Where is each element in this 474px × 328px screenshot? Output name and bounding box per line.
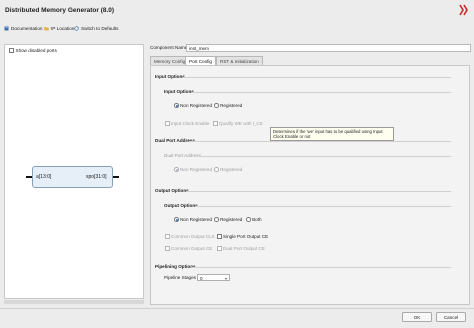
single-port-output-ce-option[interactable]: Single Port Output CE bbox=[217, 234, 268, 239]
input-registered-label: Registered bbox=[220, 103, 243, 108]
pipelining-section-title: Pipelining Options bbox=[155, 264, 196, 269]
divider bbox=[195, 206, 451, 207]
dual-registered-label: Registered bbox=[220, 167, 243, 172]
toolbar: Documentation IP Location Switch to Defa… bbox=[0, 24, 474, 34]
input-registered-radio[interactable] bbox=[214, 103, 219, 108]
documentation-menu[interactable]: Documentation bbox=[4, 26, 43, 31]
output-registered-option[interactable]: Registered bbox=[214, 217, 242, 222]
config-tabs: Memory Config Port Config RST & Initiali… bbox=[150, 56, 470, 66]
input-non-registered-label: Non Registered bbox=[180, 103, 213, 108]
qualify-we-option[interactable]: Qualify WE with I_CE bbox=[213, 121, 263, 126]
ip-location-button[interactable]: IP Location bbox=[44, 26, 74, 31]
dual-non-registered-radio[interactable] bbox=[174, 167, 179, 172]
xilinx-logo bbox=[459, 4, 468, 16]
output-non-registered-label: Non Registered bbox=[180, 217, 213, 222]
divider bbox=[200, 156, 451, 157]
symbol-panel-scrollbar[interactable] bbox=[4, 300, 144, 304]
output-non-registered-radio[interactable] bbox=[174, 217, 179, 222]
show-disabled-ports-checkbox[interactable] bbox=[9, 48, 14, 53]
common-output-ce-option[interactable]: Common Output CE bbox=[165, 246, 212, 251]
output-options-group-title: Output Options bbox=[164, 203, 198, 208]
title-bar: Distributed Memory Generator (8.0) bbox=[0, 0, 474, 22]
book-icon bbox=[4, 26, 9, 31]
qualify-we-tooltip: Determines if the 'we' input has to be q… bbox=[270, 127, 394, 141]
dual-port-group-title: Dual Port Address bbox=[164, 153, 202, 158]
dual-port-output-ce-checkbox[interactable] bbox=[217, 246, 222, 251]
switch-defaults-label: Switch to Defaults bbox=[81, 26, 119, 31]
input-registered-option[interactable]: Registered bbox=[214, 103, 242, 108]
dual-port-output-ce-label: Dual Port Output CE bbox=[223, 246, 265, 251]
refresh-icon bbox=[74, 26, 79, 31]
dual-port-section-title: Dual Port Address bbox=[155, 138, 195, 143]
pin-spo bbox=[113, 176, 119, 179]
common-output-clk-checkbox[interactable] bbox=[165, 234, 170, 239]
port-a-label: a[13:0] bbox=[36, 174, 52, 180]
dual-registered-option[interactable]: Registered bbox=[214, 167, 242, 172]
input-options-group-title: Input Options bbox=[164, 89, 194, 94]
divider bbox=[186, 191, 451, 192]
qualify-we-checkbox[interactable] bbox=[213, 121, 218, 126]
chevron-down-icon: ▾ bbox=[224, 275, 227, 281]
divider bbox=[192, 92, 451, 93]
qualify-we-label: Qualify WE with I_CE bbox=[219, 121, 263, 126]
input-non-registered-radio[interactable] bbox=[174, 103, 179, 108]
dual-port-output-ce-option[interactable]: Dual Port Output CE bbox=[217, 246, 265, 251]
dual-non-registered-option[interactable]: Non Registered bbox=[174, 167, 212, 172]
port-config-panel bbox=[150, 65, 470, 305]
single-port-output-ce-checkbox[interactable] bbox=[217, 234, 222, 239]
divider bbox=[183, 77, 451, 78]
ip-location-label: IP Location bbox=[51, 26, 75, 31]
tab-memory-config[interactable]: Memory Config bbox=[150, 56, 190, 65]
tab-rst-initialization[interactable]: RST & Initialization bbox=[216, 56, 263, 65]
component-name-row: Component Name inst_mem bbox=[150, 44, 471, 52]
divider bbox=[192, 267, 451, 268]
single-port-output-ce-label: Single Port Output CE bbox=[223, 234, 269, 239]
window-title: Distributed Memory Generator (8.0) bbox=[5, 7, 115, 14]
pipeline-stages-label: Pipeline Stages bbox=[164, 275, 196, 280]
output-registered-radio[interactable] bbox=[214, 217, 219, 222]
input-clock-enable-option[interactable]: Input Clock Enable bbox=[165, 121, 210, 126]
divider bbox=[0, 308, 474, 309]
pipeline-stages-select[interactable]: 0 ▾ bbox=[197, 274, 230, 281]
component-name-label: Component Name bbox=[150, 45, 188, 50]
input-clock-enable-label: Input Clock Enable bbox=[171, 121, 210, 126]
pipeline-stages-value: 0 bbox=[200, 275, 203, 281]
common-output-ce-label: Common Output CE bbox=[171, 246, 213, 251]
divider bbox=[190, 141, 451, 142]
input-non-registered-option[interactable]: Non Registered bbox=[174, 103, 212, 108]
output-both-option[interactable]: Both bbox=[246, 217, 262, 222]
ok-button[interactable]: OK bbox=[402, 312, 432, 322]
dual-registered-radio[interactable] bbox=[214, 167, 219, 172]
output-non-registered-option[interactable]: Non Registered bbox=[174, 217, 212, 222]
folder-icon bbox=[44, 27, 49, 31]
switch-defaults-button[interactable]: Switch to Defaults bbox=[74, 26, 119, 31]
show-disabled-ports-option[interactable]: Show disabled ports bbox=[9, 48, 57, 53]
common-output-ce-checkbox[interactable] bbox=[165, 246, 170, 251]
dual-non-registered-label: Non Registered bbox=[180, 167, 213, 172]
component-name-input[interactable]: inst_mem bbox=[186, 44, 471, 52]
documentation-label: Documentation bbox=[11, 26, 43, 31]
common-output-clk-option[interactable]: Common Output CLK bbox=[165, 234, 215, 239]
output-both-radio[interactable] bbox=[246, 217, 251, 222]
show-disabled-ports-label: Show disabled ports bbox=[15, 48, 57, 53]
output-both-label: Both bbox=[252, 217, 262, 222]
cancel-button[interactable]: Cancel bbox=[436, 312, 466, 322]
output-registered-label: Registered bbox=[220, 217, 243, 222]
common-output-clk-label: Common Output CLK bbox=[171, 234, 215, 239]
input-options-section-title: Input Options bbox=[155, 74, 185, 79]
input-clock-enable-checkbox[interactable] bbox=[165, 121, 170, 126]
port-spo-label: spo[31:0] bbox=[86, 174, 107, 180]
output-options-section-title: Output Options bbox=[155, 188, 189, 193]
